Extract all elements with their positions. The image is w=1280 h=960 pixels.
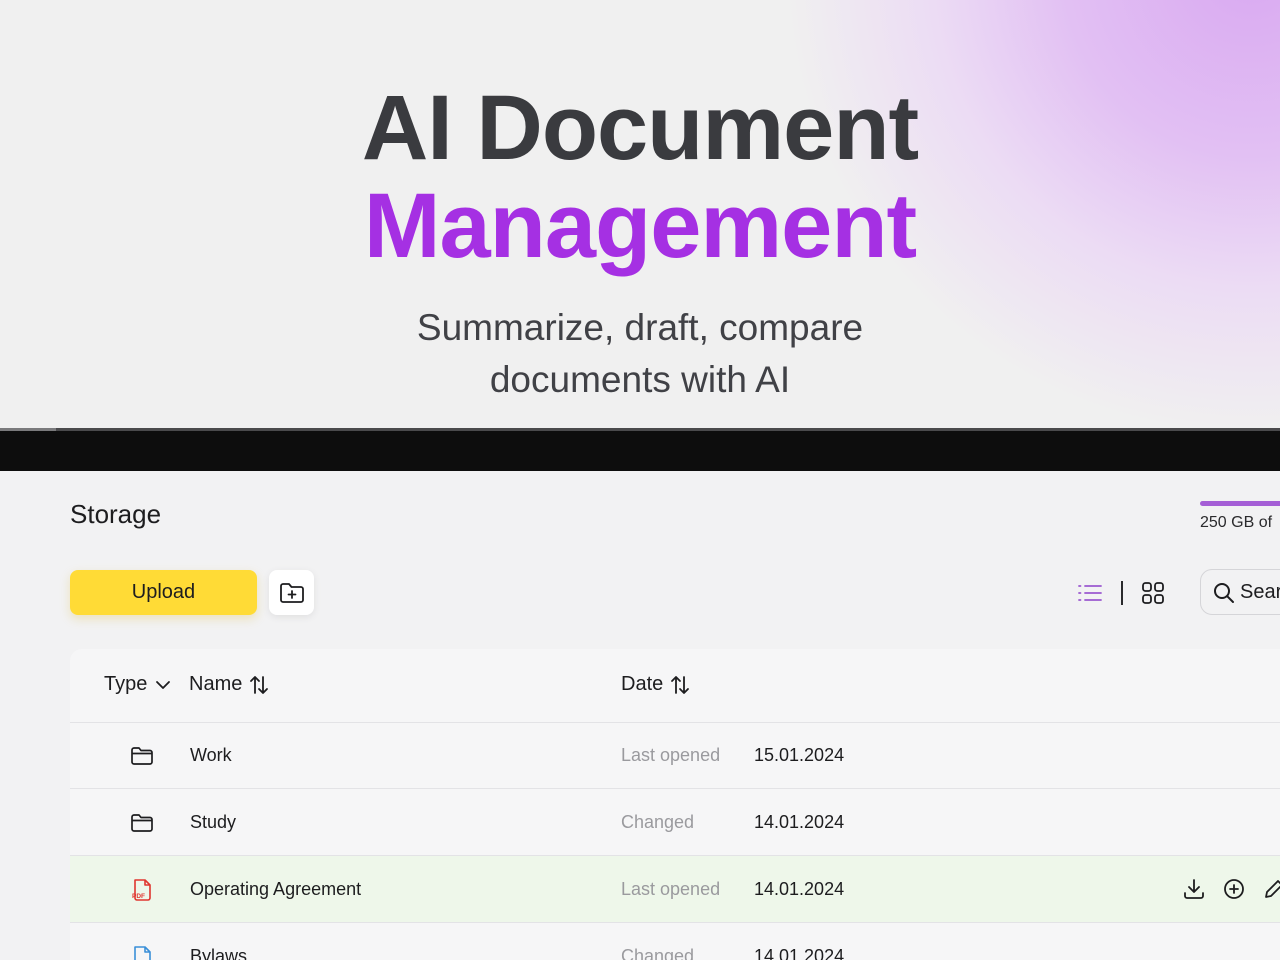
app-screen: Storage 250 GB of Upload Sear Type Name … bbox=[0, 471, 1280, 960]
search-placeholder: Sear bbox=[1240, 581, 1280, 603]
grid-icon bbox=[1142, 582, 1164, 604]
file-table: Type Name Date Work Last opened 15.01.20… bbox=[70, 649, 1280, 960]
storage-usage-text: 250 GB of bbox=[1200, 514, 1273, 531]
folder-icon bbox=[131, 814, 153, 832]
sort-icon bbox=[671, 675, 690, 694]
hero-title-line2: Management bbox=[363, 175, 917, 277]
pdf-file-icon: PDF bbox=[132, 879, 151, 901]
device-bezel bbox=[0, 428, 1280, 471]
folder-icon bbox=[131, 747, 153, 765]
edit-icon[interactable] bbox=[1262, 877, 1280, 901]
file-status: Last opened bbox=[621, 879, 721, 899]
chevron-down-icon bbox=[156, 680, 171, 689]
file-date: 14.01.2024 bbox=[754, 946, 845, 960]
file-status: Last opened bbox=[621, 745, 721, 765]
file-date: 14.01.2024 bbox=[754, 879, 845, 899]
table-row-selected[interactable]: PDF Operating Agreement Last opened 14.0… bbox=[70, 856, 1280, 923]
pdf-badge-label: PDF bbox=[132, 893, 145, 900]
file-name: Study bbox=[190, 812, 237, 832]
name-sort-header[interactable]: Name bbox=[189, 673, 270, 696]
view-toggle-divider bbox=[1121, 581, 1123, 605]
page-title: Storage bbox=[70, 499, 162, 529]
date-sort-header[interactable]: Date bbox=[621, 673, 691, 696]
page: AI Document Management Summarize, draft,… bbox=[0, 0, 1280, 960]
table-header: Type Name Date bbox=[70, 649, 1280, 723]
table-row[interactable]: Work Last opened 15.01.2024 bbox=[70, 722, 1280, 789]
bezel-highlight bbox=[0, 428, 56, 431]
file-name: Operating Agreement bbox=[190, 879, 362, 899]
new-folder-button[interactable] bbox=[269, 570, 314, 615]
file-name: Bylaws bbox=[190, 946, 248, 960]
file-status: Changed bbox=[621, 946, 695, 960]
list-view-button[interactable] bbox=[1076, 580, 1104, 606]
file-date: 14.01.2024 bbox=[754, 812, 845, 832]
file-status: Changed bbox=[621, 812, 695, 832]
hero-title-line1: AI Document bbox=[361, 77, 919, 179]
type-filter-header[interactable]: Type bbox=[104, 673, 173, 696]
file-date: 15.01.2024 bbox=[754, 745, 845, 765]
search-input[interactable]: Sear bbox=[1200, 569, 1280, 615]
type-header-label: Type bbox=[104, 673, 148, 695]
search-icon bbox=[1214, 583, 1234, 603]
table-row[interactable]: Study Changed 14.01.2024 bbox=[70, 789, 1280, 856]
download-icon[interactable] bbox=[1182, 877, 1206, 901]
storage-usage-bar bbox=[1200, 501, 1280, 506]
upload-button[interactable]: Upload bbox=[70, 570, 257, 615]
add-circle-icon[interactable] bbox=[1222, 877, 1246, 901]
file-name: Work bbox=[190, 745, 232, 765]
name-header-label: Name bbox=[189, 673, 243, 695]
doc-file-icon bbox=[134, 946, 151, 960]
date-header-label: Date bbox=[621, 673, 664, 695]
table-row[interactable]: Bylaws Changed 14.01.2024 bbox=[70, 923, 1280, 960]
folder-plus-icon bbox=[279, 582, 304, 603]
sort-icon bbox=[250, 675, 269, 694]
grid-view-button[interactable] bbox=[1139, 580, 1167, 606]
list-icon bbox=[1078, 585, 1102, 601]
hero-subtitle: Summarize, draft, compare documents with… bbox=[416, 307, 864, 400]
hero-banner: AI Document Management Summarize, draft,… bbox=[0, 0, 1280, 430]
